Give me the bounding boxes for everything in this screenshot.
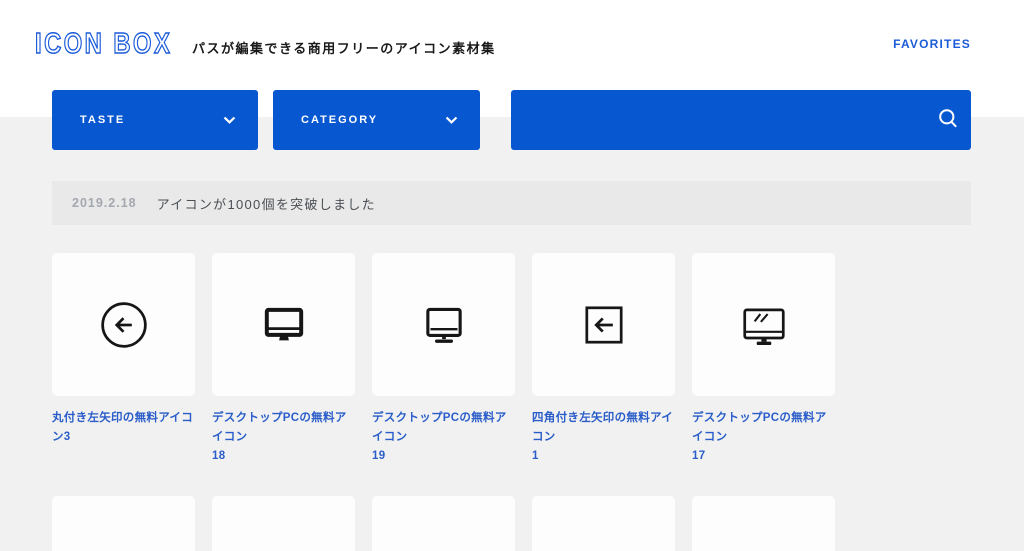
icon-card-label[interactable]: デスクトップPCの無料アイコン 19 xyxy=(372,409,515,466)
icon-card[interactable]: 丸付き左矢印の無料アイコン3 xyxy=(52,253,195,466)
taste-dropdown[interactable]: TASTE xyxy=(52,90,258,150)
icon-tile[interactable] xyxy=(532,253,675,396)
icon-card[interactable]: 四角付き左矢印の無料アイコン 1 xyxy=(532,253,675,466)
news-date: 2019.2.18 xyxy=(72,196,137,210)
icon-card[interactable] xyxy=(212,496,355,551)
icon-tile[interactable] xyxy=(532,496,675,551)
icon-card[interactable] xyxy=(532,496,675,551)
icon-tile[interactable] xyxy=(52,496,195,551)
site-logo[interactable]: ICON BOX xyxy=(34,27,172,61)
category-dropdown[interactable]: CATEGORY xyxy=(273,90,480,150)
favorites-link[interactable]: FAVORITES xyxy=(893,37,971,51)
icon-grid: 丸付き左矢印の無料アイコン3 デスクトップPCの無料アイコン 18 デスクトップPC… xyxy=(52,253,835,551)
search-bar xyxy=(511,90,971,150)
square-arrow-left-icon xyxy=(579,300,629,350)
icon-card-label[interactable]: 丸付き左矢印の無料アイコン3 xyxy=(52,409,195,447)
news-banner[interactable]: 2019.2.18 アイコンが1000個を突破しました xyxy=(52,181,971,225)
monitor-top-bar-icon xyxy=(579,543,629,551)
widescreen-monitor-icon xyxy=(419,543,469,551)
icon-tile[interactable] xyxy=(212,496,355,551)
desktop-with-tower-small-icon xyxy=(739,543,789,551)
icon-tile[interactable] xyxy=(692,496,835,551)
icon-card-label[interactable]: 四角付き左矢印の無料アイコン 1 xyxy=(532,409,675,466)
search-icon xyxy=(937,107,960,133)
icon-tile[interactable] xyxy=(692,253,835,396)
icon-tile[interactable] xyxy=(212,253,355,396)
icon-card-label[interactable]: デスクトップPCの無料アイコン 17 xyxy=(692,409,835,466)
taste-dropdown-label: TASTE xyxy=(80,114,126,126)
icon-card[interactable] xyxy=(692,496,835,551)
news-message: アイコンが1000個を突破しました xyxy=(156,196,376,212)
desktop-monitor-stand-icon xyxy=(419,300,469,350)
category-dropdown-label: CATEGORY xyxy=(301,114,379,126)
circle-arrow-left-icon xyxy=(99,300,149,350)
icon-tile[interactable] xyxy=(52,253,195,396)
icon-card[interactable]: デスクトップPCの無料アイコン 19 xyxy=(372,253,515,466)
chevron-down-icon xyxy=(223,116,236,124)
search-input[interactable] xyxy=(511,90,925,150)
chevron-down-icon xyxy=(445,116,458,124)
icon-card[interactable]: デスクトップPCの無料アイコン 18 xyxy=(212,253,355,466)
imac-shine-icon xyxy=(739,300,789,350)
desktop-with-tower-icon xyxy=(99,543,149,551)
imac-monitor-icon xyxy=(259,543,309,551)
desktop-monitor-icon xyxy=(259,300,309,350)
icon-card-label[interactable]: デスクトップPCの無料アイコン 18 xyxy=(212,409,355,466)
icon-tile[interactable] xyxy=(372,253,515,396)
icon-tile[interactable] xyxy=(372,496,515,551)
icon-card[interactable]: デスクトップPCの無料アイコン 17 xyxy=(692,253,835,466)
site-tagline: パスが編集できる商用フリーのアイコン素材集 xyxy=(192,41,496,56)
search-button[interactable] xyxy=(925,107,971,133)
page: ICON BOX パスが編集できる商用フリーのアイコン素材集 FAVORITES… xyxy=(0,0,1024,551)
icon-card[interactable] xyxy=(52,496,195,551)
icon-card[interactable] xyxy=(372,496,515,551)
